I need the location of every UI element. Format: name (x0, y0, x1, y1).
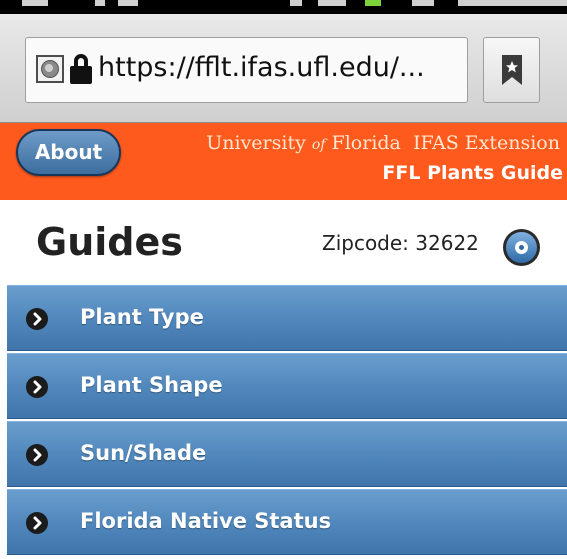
guides-header: Guides Zipcode: 32622 (0, 200, 567, 285)
list-item-florida-native-status[interactable]: Florida Native Status (7, 489, 567, 555)
status-icon (95, 0, 105, 6)
url-text: https://fflt.ifas.ufl.edu/... (98, 52, 425, 83)
browser-toolbar: https://fflt.ifas.ufl.edu/... (0, 14, 567, 123)
chevron-right-icon (26, 308, 48, 330)
chevron-right-icon (26, 376, 48, 398)
list-item-plant-shape[interactable]: Plant Shape (7, 353, 567, 419)
bookmark-icon (502, 55, 522, 85)
battery-icon (365, 0, 381, 6)
org-name: University of Florida IFAS Extension (206, 132, 560, 154)
status-icon (290, 0, 302, 6)
chevron-right-icon (26, 512, 48, 534)
list-item-label: Plant Type (80, 305, 204, 329)
list-item-plant-type[interactable]: Plant Type (7, 285, 567, 351)
bookmark-button[interactable] (483, 37, 540, 103)
list-item-sun-shade[interactable]: Sun/Shade (7, 421, 567, 487)
guide-list: Plant Type Plant Shape Sun/Shade Florida… (7, 285, 567, 559)
site-header: About University of Florida IFAS Extensi… (0, 123, 567, 200)
app-title: FFL Plants Guide (382, 162, 563, 184)
about-button[interactable]: About (16, 129, 121, 176)
settings-icon[interactable] (503, 229, 540, 266)
chevron-right-icon (26, 444, 48, 466)
lock-icon (70, 54, 92, 84)
status-icon (318, 0, 346, 6)
status-bar (0, 0, 567, 14)
url-bar[interactable]: https://fflt.ifas.ufl.edu/... (25, 37, 468, 103)
status-icon (118, 0, 138, 6)
list-item-label: Plant Shape (80, 373, 223, 397)
clock (458, 0, 567, 6)
list-item-label: Florida Native Status (80, 509, 332, 533)
status-icon (22, 0, 48, 6)
status-icon (412, 0, 434, 6)
globe-icon (36, 55, 64, 83)
zipcode-label: Zipcode: 32622 (322, 231, 479, 255)
list-item-label: Sun/Shade (80, 441, 207, 465)
page-title: Guides (36, 220, 183, 264)
